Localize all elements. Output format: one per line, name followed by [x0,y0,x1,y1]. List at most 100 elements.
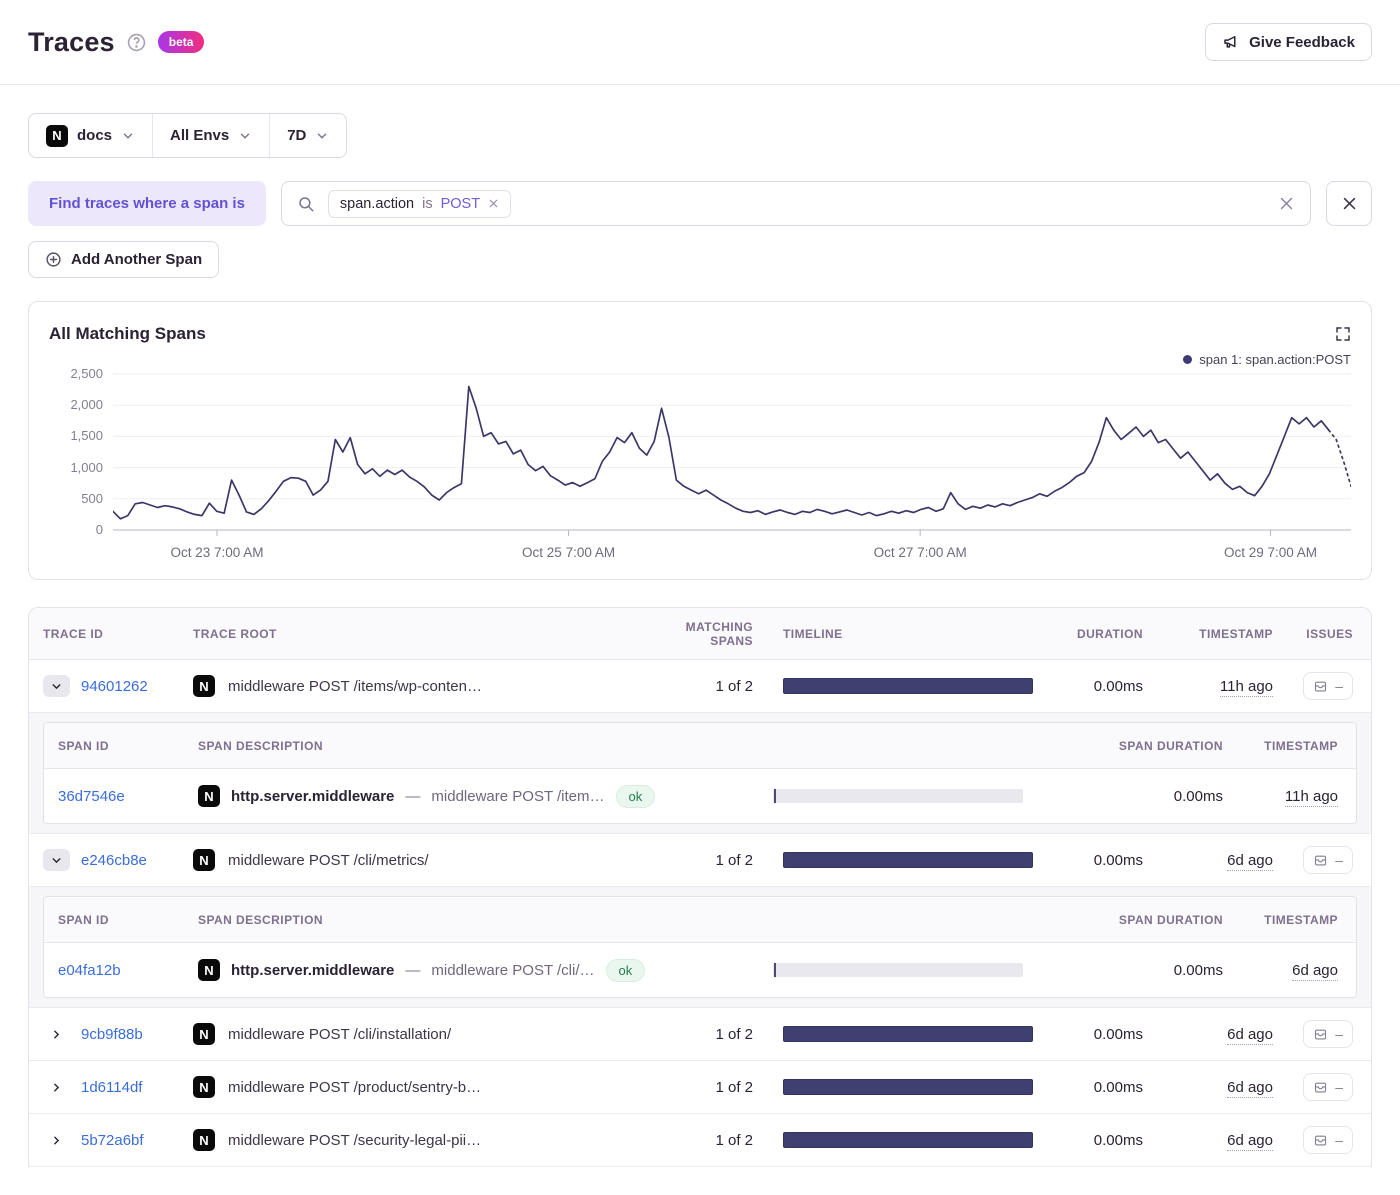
nextjs-project-icon: N [193,675,215,697]
span-timeline-bar[interactable] [773,963,1023,977]
page-filter-bar: N docs All Envs 7D [28,113,347,158]
trace-duration: 0.00ms [1033,678,1143,695]
search-icon [297,195,315,213]
spans-table-header: SPAN ID SPAN DESCRIPTION SPAN DURATION T… [44,723,1356,769]
give-feedback-button[interactable]: Give Feedback [1205,23,1372,61]
matching-spans-count: 1 of 2 [643,1079,753,1096]
trace-timestamp[interactable]: 6d ago [1227,1132,1273,1151]
table-row: e246cb8e N middleware POST /cli/metrics/… [29,834,1371,887]
span-duration: 0.00ms [1053,962,1223,979]
legend-dot [1183,355,1192,364]
trace-timeline-bar[interactable] [783,678,1033,694]
add-another-span-button[interactable]: Add Another Span [28,241,219,278]
issues-button[interactable]: – [1303,1073,1353,1101]
top-bar: Traces beta Give Feedback [0,0,1400,85]
find-traces-pill: Find traces where a span is [28,181,266,226]
issues-button[interactable]: – [1303,672,1353,700]
nextjs-project-icon: N [193,1076,215,1098]
expand-row-button[interactable] [43,1081,70,1094]
issues-button[interactable]: – [1303,1126,1353,1154]
trace-id-link[interactable]: 1d6114df [81,1079,142,1096]
search-token[interactable]: span.action is POST [328,190,511,218]
span-row: e04fa12b N http.server.middleware — midd… [44,943,1356,997]
help-icon[interactable] [127,33,146,52]
chart-legend: span 1: span.action:POST [1183,352,1351,367]
span-id-link[interactable]: e04fa12b [58,962,198,979]
span-timestamp[interactable]: 6d ago [1292,962,1338,981]
beta-badge: beta [158,31,205,53]
expand-chart-icon[interactable] [1335,326,1351,346]
nextjs-project-icon: N [193,1129,215,1151]
environment-selector[interactable]: All Envs [153,114,270,157]
trace-id-link[interactable]: 5b72a6bf [81,1132,144,1149]
span-search-input[interactable]: span.action is POST [281,181,1311,226]
expanded-spans-section: SPAN ID SPAN DESCRIPTION SPAN DURATION T… [29,713,1371,834]
span-description: middleware POST /item… [431,788,604,805]
nextjs-project-icon: N [193,1023,215,1045]
span-row: 36d7546e N http.server.middleware — midd… [44,769,1356,823]
trace-timeline-bar[interactable] [783,1132,1033,1148]
trace-timestamp[interactable]: 6d ago [1227,852,1273,871]
table-row: 5b72a6bf N middleware POST /security-leg… [29,1114,1371,1167]
trace-timestamp[interactable]: 11h ago [1220,678,1273,697]
table-row: 94601262 N middleware POST /items/wp-con… [29,660,1371,713]
chart-title: All Matching Spans [49,324,1351,344]
span-timestamp[interactable]: 11h ago [1285,788,1338,807]
matching-spans-count: 1 of 2 [643,1026,753,1043]
span-duration: 0.00ms [1053,788,1223,805]
trace-duration: 0.00ms [1033,1132,1143,1149]
date-range-selector[interactable]: 7D [270,114,346,157]
plus-circle-icon [45,251,62,268]
trace-root-label: middleware POST /product/sentry-b… [228,1079,481,1096]
expand-row-button[interactable] [43,1028,70,1041]
trace-root-label: middleware POST /items/wp-conten… [228,678,482,695]
span-timeline-bar[interactable] [773,789,1023,803]
trace-id-link[interactable]: 94601262 [81,678,148,695]
span-query-row: Find traces where a span is span.action … [28,181,1372,226]
table-row: 1d6114df N middleware POST /product/sent… [29,1061,1371,1114]
trace-timeline-bar[interactable] [783,1026,1033,1042]
chevron-down-icon [315,129,329,143]
page-title: Traces [28,27,115,58]
issues-icon [1313,1027,1328,1042]
trace-id-link[interactable]: e246cb8e [81,852,147,869]
span-id-link[interactable]: 36d7546e [58,788,198,805]
matching-spans-count: 1 of 2 [643,1132,753,1149]
span-description: middleware POST /cli/… [431,962,594,979]
trace-root-label: middleware POST /cli/installation/ [228,1026,451,1043]
issues-button[interactable]: – [1303,846,1353,874]
trace-timestamp[interactable]: 6d ago [1227,1079,1273,1098]
trace-root-label: middleware POST /cli/metrics/ [228,852,429,869]
matching-spans-count: 1 of 2 [643,678,753,695]
trace-timeline-bar[interactable] [783,1079,1033,1095]
nextjs-project-icon: N [198,785,220,807]
nextjs-project-icon: N [198,959,220,981]
matching-spans-count: 1 of 2 [643,852,753,869]
expanded-spans-section: SPAN ID SPAN DESCRIPTION SPAN DURATION T… [29,887,1371,1008]
y-axis-labels: 2,500 2,000 1,500 1,000 500 0 [49,370,113,538]
megaphone-icon [1222,33,1240,51]
span-status-badge: ok [606,959,646,982]
legend-label: span 1: span.action:POST [1199,352,1351,367]
clear-search-icon[interactable] [1278,195,1295,212]
trace-id-link[interactable]: 9cb9f88b [81,1026,143,1043]
line-chart-plot[interactable]: Oct 23 7:00 AM Oct 25 7:00 AM Oct 27 7:0… [113,370,1351,567]
chart-area: 2,500 2,000 1,500 1,000 500 0 [49,370,1351,567]
trace-timeline-bar[interactable] [783,852,1033,868]
collapse-row-button[interactable] [43,675,70,697]
trace-timestamp[interactable]: 6d ago [1227,1026,1273,1045]
traces-page: N docs All Envs 7D Find traces where a s… [0,85,1400,1195]
project-selector[interactable]: N docs [29,114,153,157]
issues-icon [1313,679,1328,694]
issues-button[interactable]: – [1303,1020,1353,1048]
issues-icon [1313,1133,1328,1148]
issues-icon [1313,1080,1328,1095]
trace-duration: 0.00ms [1033,1079,1143,1096]
chevron-down-icon [121,129,135,143]
remove-query-button[interactable] [1326,181,1372,226]
remove-token-icon[interactable] [488,198,499,209]
expand-row-button[interactable] [43,1134,70,1147]
span-operation: http.server.middleware [231,788,394,805]
nextjs-project-icon: N [46,125,68,147]
collapse-row-button[interactable] [43,849,70,871]
